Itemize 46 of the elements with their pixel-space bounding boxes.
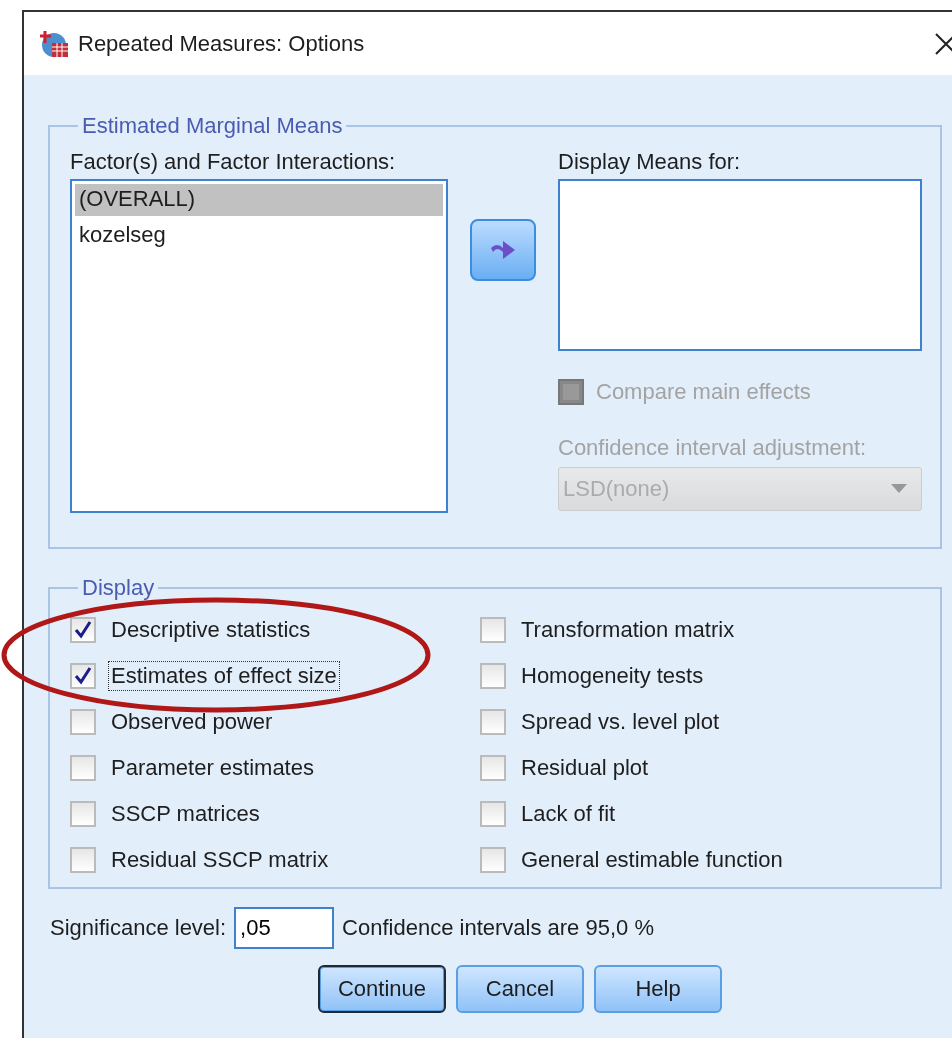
checkbox[interactable] [70,617,96,643]
checkbox[interactable] [480,709,506,735]
checkbox[interactable] [70,801,96,827]
option-label: General estimable function [520,846,784,874]
option-label: Homogeneity tests [520,662,705,690]
dialog-button[interactable]: Help [594,965,722,1013]
factor-list[interactable]: (OVERALL) kozelseg [70,179,448,513]
option-label: Observed power [110,708,274,736]
checkbox[interactable] [480,663,506,689]
option-label: Parameter estimates [110,754,315,782]
significance-field[interactable]: ,05 [234,907,335,949]
dialog-button[interactable]: Cancel [456,965,584,1013]
checkbox[interactable] [480,755,506,781]
close-icon[interactable] [934,31,952,56]
option-label: Estimates of effect size [108,661,340,691]
dialog-button[interactable]: Continue [318,965,446,1013]
option-label: Lack of fit [520,800,617,828]
option-label: Descriptive statistics [110,616,312,644]
list-item[interactable]: kozelseg [75,220,443,252]
confidence-note: Confidence intervals are 95,0 % [342,915,654,941]
checkbox[interactable] [70,709,96,735]
checkbox[interactable] [70,847,96,873]
checkbox[interactable] [480,617,506,643]
table-app-icon [40,28,70,59]
move-button[interactable] [470,219,536,281]
checkbox[interactable] [480,847,506,873]
checkbox[interactable] [70,755,96,781]
list-item[interactable]: (OVERALL) [75,184,443,216]
option-label: Transformation matrix [520,616,736,644]
group-title: Estimated Marginal Means [81,113,344,139]
field-label: Significance level: [50,915,227,941]
dropdown-caret-icon [891,484,907,494]
option-label: Spread vs. level plot [520,708,721,736]
checkbox[interactable] [480,801,506,827]
group-title: Display [81,575,156,601]
option-label: Residual SSCP matrix [110,846,330,874]
list-label: Display Means for: [558,149,742,175]
list-label: Factor(s) and Factor Interactions: [70,149,397,175]
dropdown-label: Confidence interval adjustment: [558,435,868,461]
display-means-list[interactable] [558,179,922,351]
arrow-icon [489,238,517,262]
option-label: Residual plot [520,754,650,782]
option-label: SSCP matrices [110,800,261,828]
checkbox[interactable] [70,663,96,689]
window-title: Repeated Measures: Options [78,30,366,57]
option-label: Compare main effects [596,379,811,405]
